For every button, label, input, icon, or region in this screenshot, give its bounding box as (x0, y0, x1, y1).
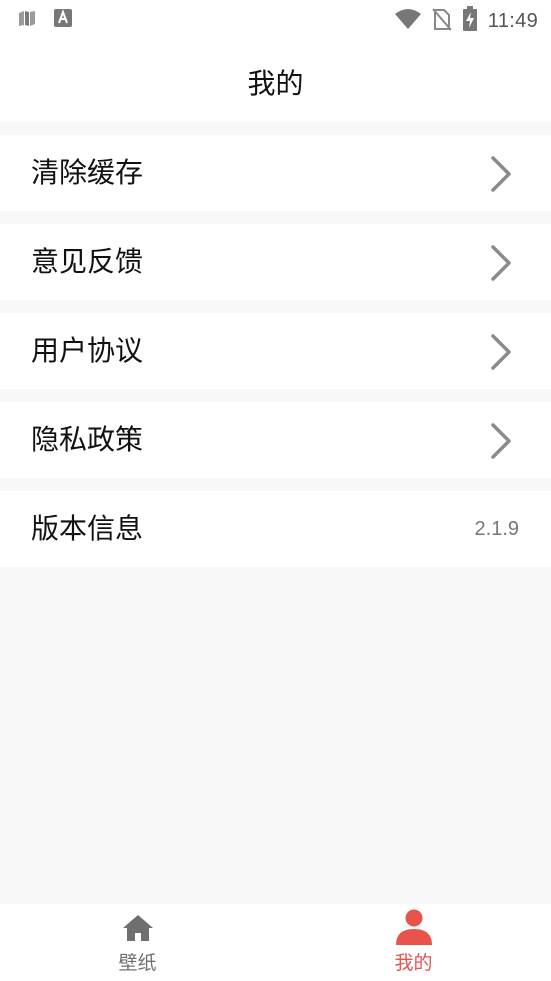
status-bar-left (18, 9, 72, 31)
chevron-right-icon (491, 423, 511, 459)
version-number: 2.1.9 (474, 518, 519, 540)
menu-item-label: 隐私政策 (31, 423, 144, 456)
menu-item-label: 清除缓存 (31, 156, 144, 189)
status-bar-right: 11:49 (394, 6, 538, 36)
font-a-icon (54, 9, 72, 31)
no-sim-icon (432, 7, 452, 35)
menu-item-label: 意见反馈 (31, 245, 144, 278)
page-header: 我的 (0, 38, 551, 122)
status-bar: 11:49 (0, 0, 551, 38)
menu-item-label: 版本信息 (31, 512, 144, 545)
tab-mine[interactable]: 我的 (276, 904, 551, 981)
chevron-right-icon (491, 245, 511, 281)
menu-item-privacy-policy[interactable]: 隐私政策 (0, 402, 551, 478)
sim-card-icon (18, 9, 36, 31)
menu-item-version-info: 版本信息 2.1.9 (0, 491, 551, 567)
tab-label: 我的 (394, 952, 433, 974)
wifi-icon (394, 8, 422, 34)
menu-item-clear-cache[interactable]: 清除缓存 (0, 135, 551, 211)
bottom-tab-bar: 壁纸 我的 (0, 904, 551, 981)
tab-label: 壁纸 (118, 952, 157, 974)
person-icon (395, 909, 432, 945)
chevron-right-icon (491, 156, 511, 192)
settings-menu: 清除缓存 意见反馈 用户协议 隐私政策 版本信息 2.1.9 (0, 135, 551, 580)
battery-charging-icon (462, 6, 478, 36)
menu-item-feedback[interactable]: 意见反馈 (0, 224, 551, 300)
tab-wallpaper[interactable]: 壁纸 (0, 904, 275, 981)
menu-item-user-agreement[interactable]: 用户协议 (0, 313, 551, 389)
status-time: 11:49 (487, 9, 538, 32)
home-icon (122, 915, 153, 941)
chevron-right-icon (491, 334, 511, 370)
menu-item-label: 用户协议 (31, 334, 144, 367)
page-title: 我的 (247, 67, 304, 100)
